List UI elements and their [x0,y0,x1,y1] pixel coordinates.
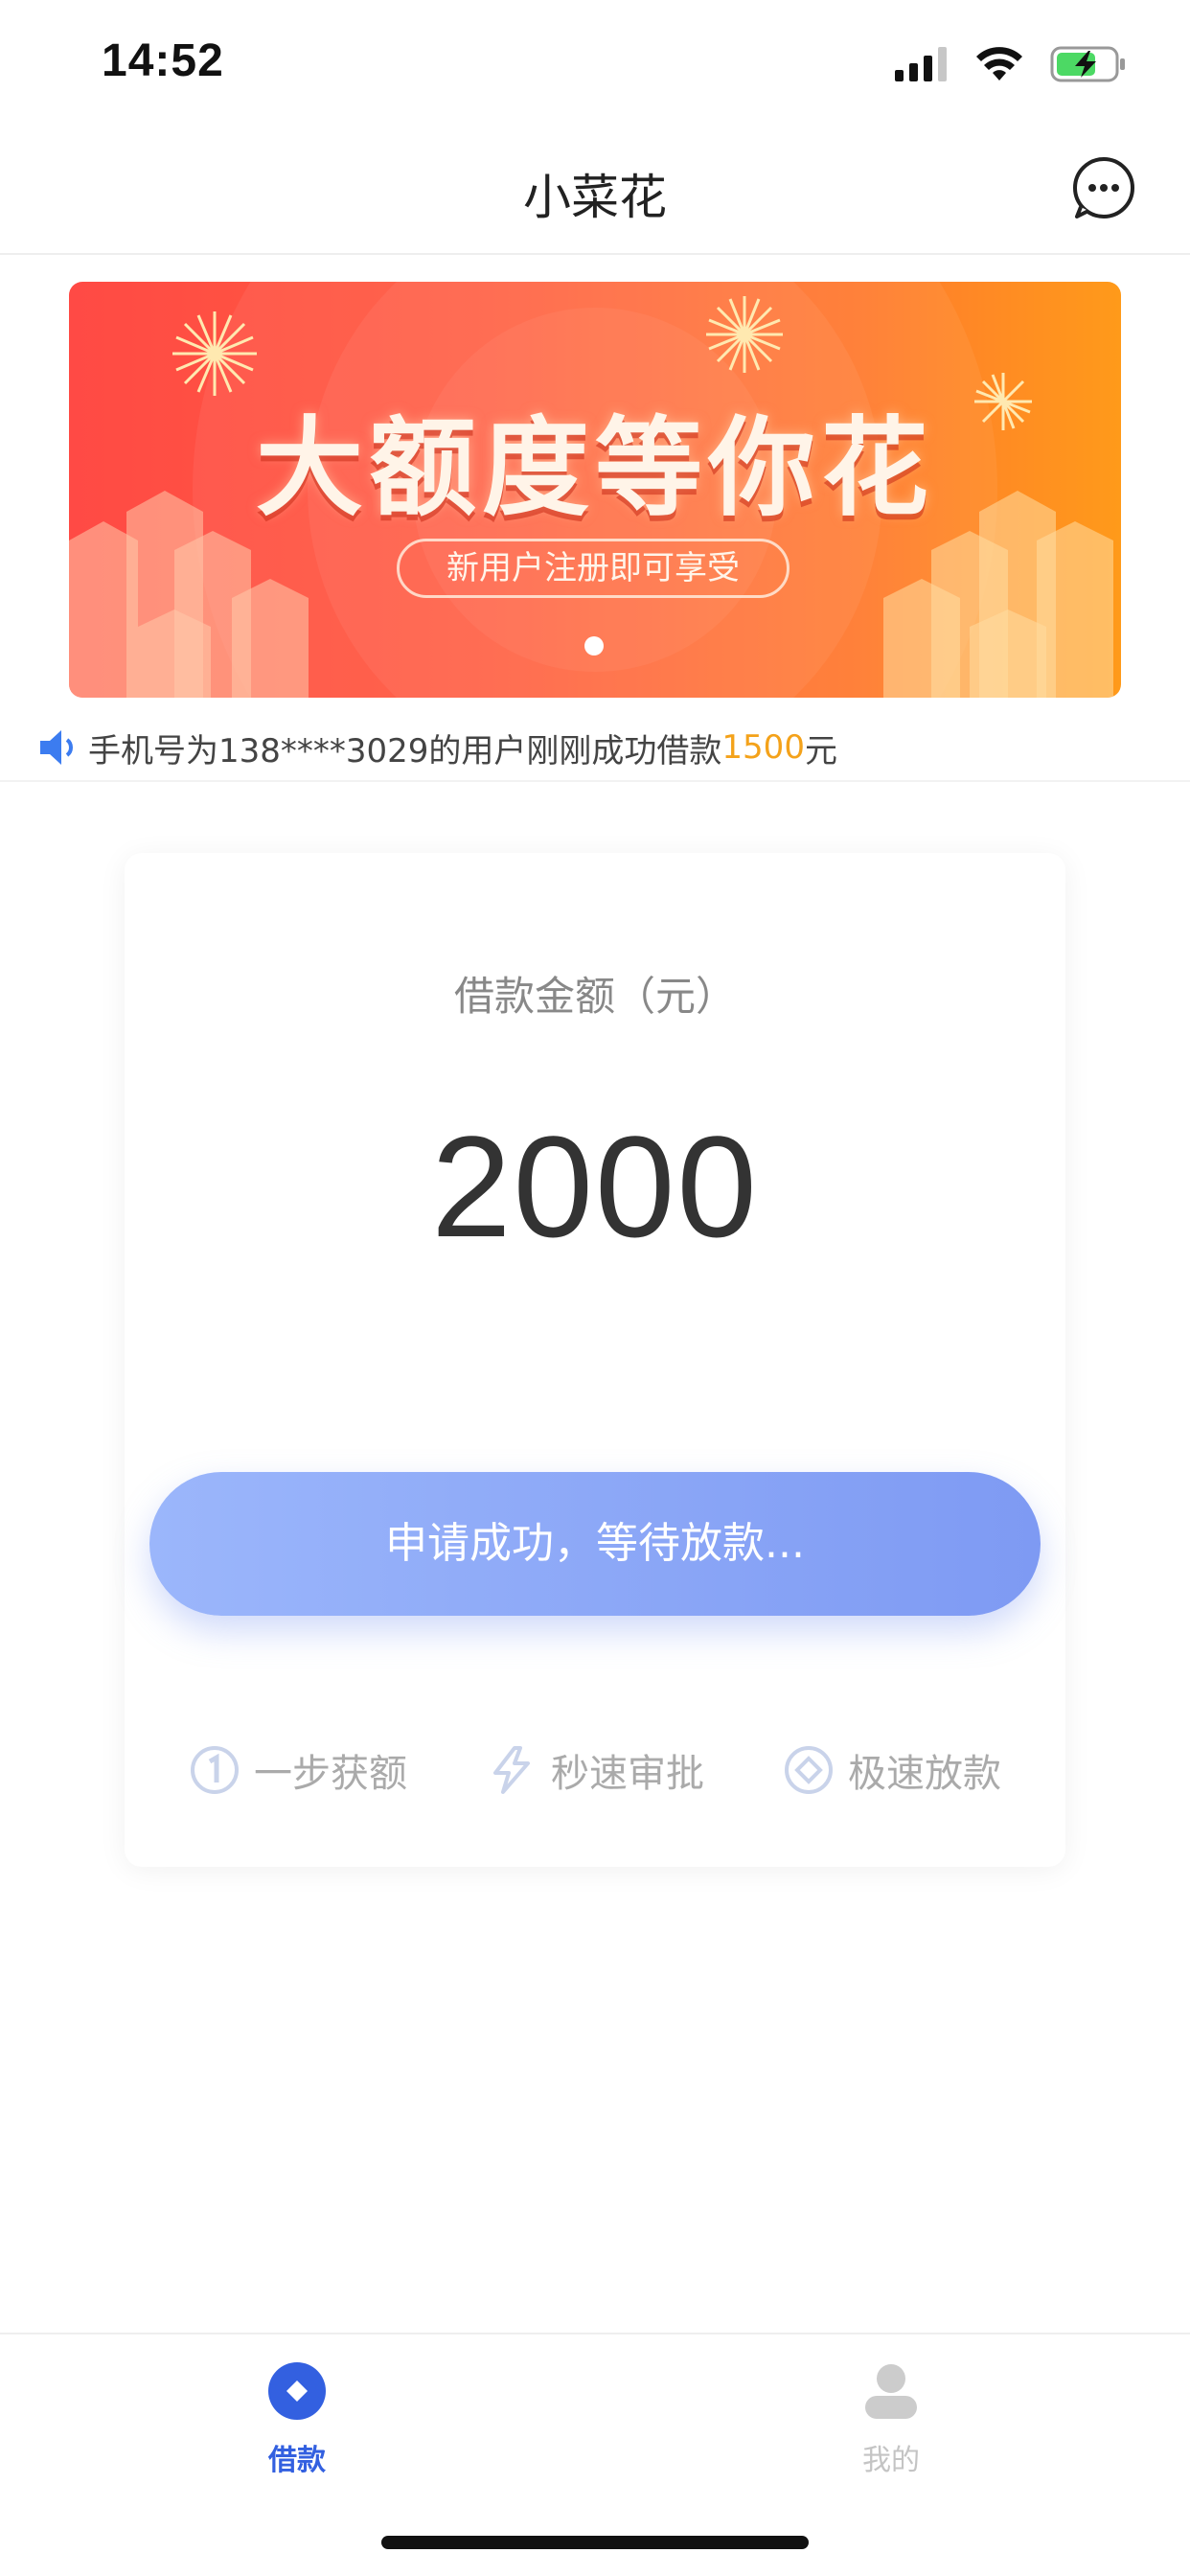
feature-item: 一步获额 [189,1742,407,1798]
battery-charging-icon [1050,46,1125,82]
promo-banner[interactable]: 大额度等你花 新用户注册即可享受 [69,282,1121,698]
banner-subtitle: 新用户注册即可享受 [397,539,790,598]
status-icons [895,42,1127,86]
tab-label: 借款 [268,2444,326,2477]
loan-diamond-icon [268,2362,326,2420]
speaker-icon [40,730,73,765]
loan-card: 借款金额（元） 2000 申请成功，等待放款... 一步获额 秒速审批 极速放款 [125,853,1065,1867]
nav-bar: 小菜花 [0,126,1190,255]
cellular-signal-icon [895,47,947,81]
user-icon [865,2364,917,2419]
loan-amount-label: 借款金额（元） [453,973,736,1020]
feature-item: 秒速审批 [486,1742,704,1798]
notice-text: 手机号为138****3029的用户刚刚成功借款 [88,731,722,770]
divider [0,780,1190,782]
loan-amount-value: 2000 [431,1106,759,1267]
tab-mine[interactable]: 我的 [795,2359,987,2478]
feature-list: 一步获额 秒速审批 极速放款 [125,1742,1065,1798]
apply-status-button[interactable]: 申请成功，等待放款... [149,1472,1041,1616]
feature-label: 极速放款 [848,1752,1001,1796]
feature-label: 秒速审批 [551,1752,704,1796]
more-dots-icon[interactable] [1071,155,1136,220]
loan-notice: 手机号为138****3029的用户刚刚成功借款 1500 元 [38,721,837,774]
wifi-icon [976,47,1022,80]
status-time: 14:52 [102,35,224,86]
lightning-icon [493,1746,530,1794]
notice-unit: 元 [804,731,837,770]
banner-title: 大额度等你花 [256,406,934,531]
carousel-indicator-dot[interactable] [584,636,604,656]
notice-amount: 1500 [721,728,805,767]
step-one-icon [191,1746,239,1794]
page-title: 小菜花 [523,170,667,225]
status-bar: 14:52 [0,0,1190,126]
feature-label: 一步获额 [254,1752,407,1796]
tab-loan[interactable]: 借款 [201,2359,393,2478]
diamond-coin-icon [785,1746,833,1794]
home-indicator [381,2536,809,2549]
feature-item: 极速放款 [783,1742,1001,1798]
tab-label: 我的 [862,2444,920,2477]
